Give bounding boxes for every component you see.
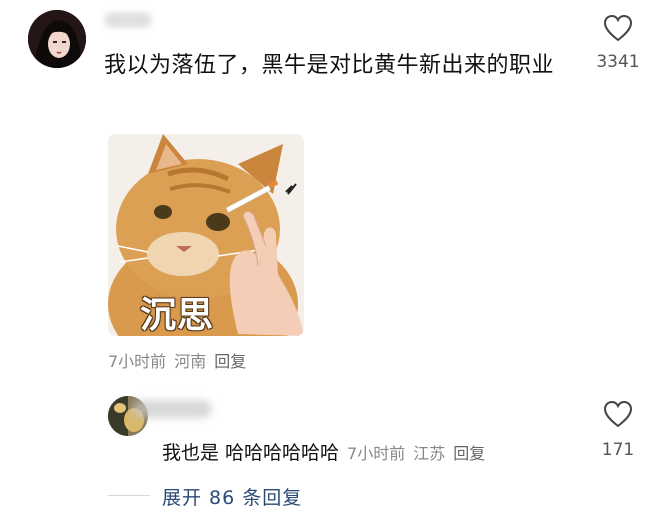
comment-location: 河南 [174, 352, 207, 371]
avatar-image [28, 10, 86, 68]
reply-time: 7小时前 [347, 444, 406, 463]
sticker-caption: 沉思 [140, 295, 215, 336]
reply-like-button[interactable] [600, 400, 636, 428]
reply-content: 我也是 哈哈哈哈哈哈 7小时前 江苏 回复 [162, 438, 485, 465]
comment-time: 7小时前 [108, 352, 167, 371]
comment-text: 我以为落伍了，黑牛是对比黄牛新出来的职业 [104, 53, 555, 78]
comment-meta: 7小时前 河南 回复 [108, 348, 246, 372]
reply-like-count: 171 [601, 440, 635, 460]
username-redacted [104, 12, 152, 28]
heart-outline-icon [603, 400, 633, 428]
reply-username-redacted [132, 400, 212, 418]
expand-divider [108, 495, 150, 496]
expand-replies-button[interactable]: 展开 86 条回复 [162, 483, 302, 510]
comment-like-count: 3341 [596, 52, 640, 72]
reply-text: 我也是 哈哈哈哈哈哈 [162, 442, 340, 464]
reply-location: 江苏 [413, 444, 446, 463]
reply-reply-button[interactable]: 回复 [453, 440, 485, 464]
comment-reply-button[interactable]: 回复 [214, 348, 246, 372]
commenter-avatar[interactable] [28, 10, 86, 68]
reply-meta: 7小时前 江苏 回复 [347, 440, 485, 464]
heart-outline-icon [603, 14, 633, 42]
comment-like-button[interactable] [600, 14, 636, 42]
